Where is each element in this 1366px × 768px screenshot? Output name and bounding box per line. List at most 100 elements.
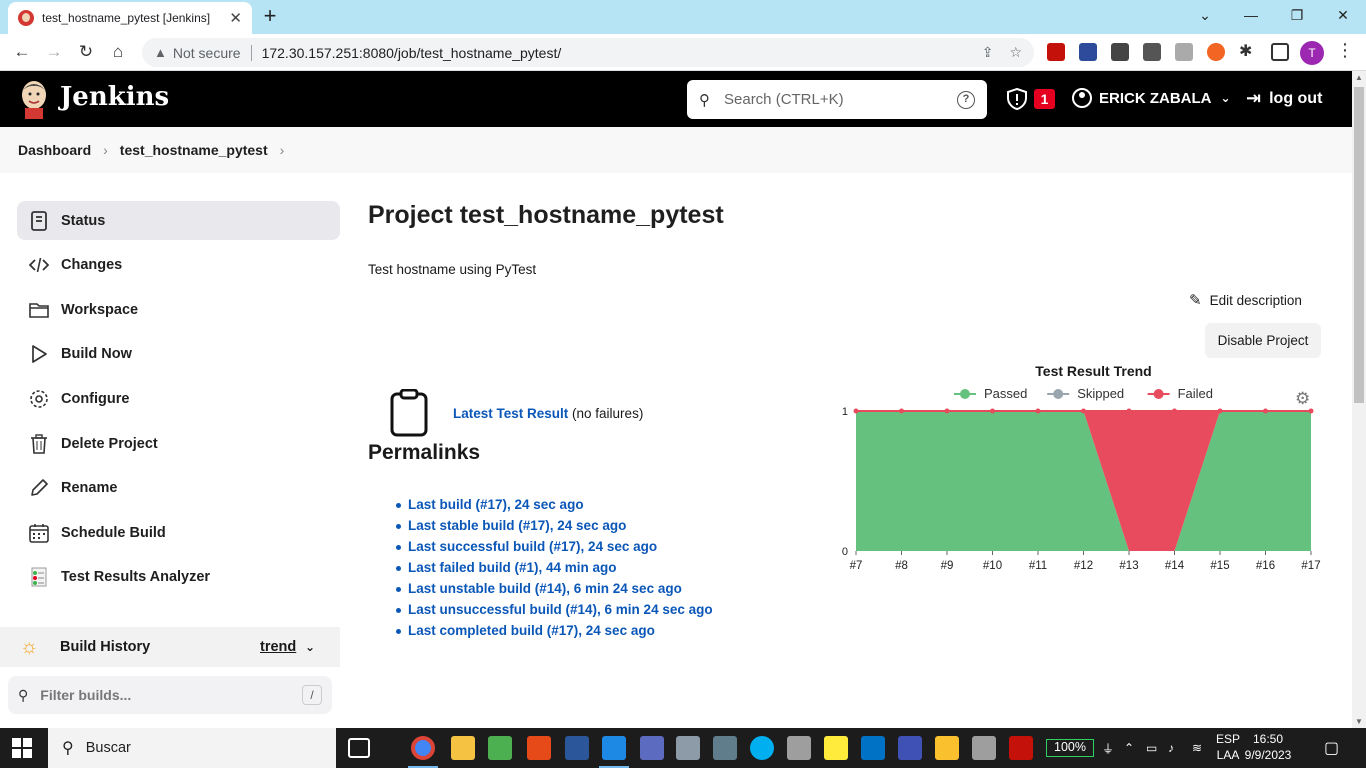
chevron-up-icon[interactable]: ⌃ bbox=[1124, 728, 1134, 768]
search-input[interactable] bbox=[724, 91, 957, 108]
logout-button[interactable]: ⇥ log out bbox=[1246, 88, 1322, 109]
sidebar-item-configure[interactable]: Configure bbox=[17, 379, 340, 418]
share-icon[interactable]: ⇪ bbox=[982, 44, 994, 61]
app-icon[interactable] bbox=[935, 736, 959, 760]
sidebar-item-rename[interactable]: Rename bbox=[17, 468, 340, 507]
search-box[interactable]: ⚲ ? bbox=[687, 80, 987, 119]
scroll-down-icon[interactable]: ▼ bbox=[1355, 717, 1363, 726]
file-explorer-icon[interactable] bbox=[451, 736, 475, 760]
acrobat-icon[interactable] bbox=[1009, 736, 1033, 760]
volume-icon[interactable]: ♪ bbox=[1168, 728, 1174, 768]
close-window-button[interactable]: ✕ bbox=[1320, 0, 1366, 34]
browser-tab[interactable]: test_hostname_pytest [Jenkins] ✕ bbox=[8, 2, 252, 34]
minimize-button[interactable]: — bbox=[1228, 0, 1274, 34]
permalink-last-failed-build[interactable]: Last failed build (#1), 44 min ago bbox=[396, 560, 713, 581]
chrome-icon[interactable] bbox=[411, 736, 435, 760]
latest-test-result-link[interactable]: Latest Test Result bbox=[453, 406, 568, 421]
disable-project-button[interactable]: Disable Project bbox=[1205, 323, 1321, 358]
scroll-up-icon[interactable]: ▲ bbox=[1355, 73, 1363, 82]
extension-icon[interactable] bbox=[1175, 43, 1193, 61]
duckduckgo-icon[interactable] bbox=[1207, 43, 1225, 61]
sidebar-item-status[interactable]: Status bbox=[17, 201, 340, 240]
permalink-last-unstable-build[interactable]: Last unstable build (#14), 6 min 24 sec … bbox=[396, 581, 713, 602]
shield-icon[interactable] bbox=[1006, 88, 1028, 110]
task-view-icon[interactable] bbox=[348, 738, 370, 758]
app-icon[interactable] bbox=[713, 736, 737, 760]
new-tab-button[interactable]: + bbox=[258, 5, 282, 29]
scrollbar-thumb[interactable] bbox=[1354, 87, 1364, 403]
windows-start-icon[interactable] bbox=[12, 738, 32, 758]
jenkins-logo-icon[interactable] bbox=[18, 79, 50, 119]
sidebar-item-changes[interactable]: Changes bbox=[17, 245, 340, 284]
chart-title: Test Result Trend bbox=[1035, 363, 1151, 379]
x-tick-label: #7 bbox=[850, 560, 863, 572]
back-icon[interactable]: ← bbox=[9, 40, 35, 64]
edit-description-link[interactable]: ✎ Edit description bbox=[1189, 291, 1302, 309]
sidebar-item-test-results-analyzer[interactable]: Test Results Analyzer bbox=[17, 557, 340, 596]
profile-avatar[interactable]: T bbox=[1300, 41, 1324, 65]
app-icon[interactable] bbox=[898, 736, 922, 760]
user-name[interactable]: ERICK ZABALA bbox=[1099, 90, 1212, 107]
app-icon[interactable] bbox=[972, 736, 996, 760]
home-icon[interactable]: ⌂ bbox=[105, 40, 131, 64]
trend-link[interactable]: trend bbox=[260, 639, 296, 655]
url-text[interactable]: 172.30.157.251:8080/job/test_hostname_py… bbox=[262, 45, 966, 61]
security-alert-badge[interactable]: 1 bbox=[1034, 89, 1055, 109]
folder-icon bbox=[29, 303, 49, 318]
jenkins-brand[interactable]: Jenkins bbox=[60, 82, 169, 112]
address-bar[interactable]: ▲ Not secure 172.30.157.251:8080/job/tes… bbox=[142, 38, 1034, 67]
tab-search-button[interactable]: ⌄ bbox=[1182, 0, 1228, 34]
outlook-icon[interactable] bbox=[861, 736, 885, 760]
app-icon[interactable] bbox=[787, 736, 811, 760]
forward-icon[interactable]: → bbox=[41, 40, 67, 64]
security-label[interactable]: Not secure bbox=[173, 45, 241, 61]
chevron-down-icon[interactable]: ⌄ bbox=[305, 640, 315, 654]
app-icon[interactable] bbox=[640, 736, 664, 760]
permalink-last-completed-build[interactable]: Last completed build (#17), 24 sec ago bbox=[396, 623, 713, 644]
permalink-last-unsuccessful-build[interactable]: Last unsuccessful build (#14), 6 min 24 … bbox=[396, 602, 713, 623]
extension-icon[interactable] bbox=[1079, 43, 1097, 61]
notifications-icon[interactable]: ▢ bbox=[1324, 728, 1339, 768]
chart-settings-gear-icon[interactable]: ⚙ bbox=[1295, 389, 1310, 409]
sticky-notes-icon[interactable] bbox=[824, 736, 848, 760]
help-icon[interactable]: ? bbox=[957, 90, 975, 109]
sidebar-item-schedule-build[interactable]: Schedule Build bbox=[17, 513, 340, 552]
app-icon[interactable] bbox=[488, 736, 512, 760]
sidebar-item-build-now[interactable]: Build Now bbox=[17, 334, 340, 373]
sidebar-item-workspace[interactable]: Workspace bbox=[17, 290, 340, 329]
close-tab-icon[interactable]: ✕ bbox=[229, 9, 242, 27]
reload-icon[interactable]: ↻ bbox=[73, 40, 99, 64]
chevron-down-icon[interactable]: ⌄ bbox=[1221, 91, 1231, 105]
chevron-right-icon[interactable]: › bbox=[280, 142, 285, 158]
wifi-icon[interactable]: ≋ bbox=[1192, 728, 1202, 768]
word-icon[interactable] bbox=[565, 736, 589, 760]
maximize-button[interactable]: ❐ bbox=[1274, 0, 1320, 34]
permalink-last-successful-build[interactable]: Last successful build (#17), 24 sec ago bbox=[396, 539, 713, 560]
battery-indicator[interactable]: 100% bbox=[1046, 739, 1094, 757]
plug-icon[interactable]: ⏚ bbox=[1102, 728, 1114, 768]
extension-icon[interactable] bbox=[1143, 43, 1161, 61]
filter-builds-input[interactable] bbox=[40, 687, 302, 703]
breadcrumb-dashboard[interactable]: Dashboard bbox=[18, 142, 91, 158]
sidebar-item-delete-project[interactable]: Delete Project bbox=[17, 424, 340, 463]
browser-menu-icon[interactable]: ⋮ bbox=[1336, 40, 1354, 61]
permalink-last-build[interactable]: Last build (#17), 24 sec ago bbox=[396, 497, 713, 518]
extensions-puzzle-icon[interactable]: ✱ bbox=[1239, 43, 1257, 61]
permalink-last-stable-build[interactable]: Last stable build (#17), 24 sec ago bbox=[396, 518, 713, 539]
taskbar-search[interactable]: ⚲ Buscar bbox=[48, 728, 336, 768]
side-panel-icon[interactable] bbox=[1271, 43, 1289, 61]
app-icon[interactable] bbox=[676, 736, 700, 760]
app-icon[interactable] bbox=[527, 736, 551, 760]
breadcrumb-project[interactable]: test_hostname_pytest bbox=[120, 142, 268, 158]
taskbar-clock[interactable]: 16:50 9/9/2023 bbox=[1226, 731, 1310, 763]
skype-icon[interactable] bbox=[750, 736, 774, 760]
user-menu[interactable]: ERICK ZABALA ⌄ bbox=[1072, 88, 1231, 108]
battery-icon[interactable]: ▭ bbox=[1146, 728, 1157, 768]
chevron-right-icon[interactable]: › bbox=[103, 142, 108, 158]
pdf-extension-icon[interactable] bbox=[1047, 43, 1065, 61]
filter-builds-box[interactable]: ⚲ / bbox=[8, 676, 332, 714]
vscode-icon[interactable] bbox=[602, 736, 626, 760]
extension-icon[interactable] bbox=[1111, 43, 1129, 61]
page-scrollbar[interactable]: ▲ ▼ bbox=[1352, 71, 1366, 728]
bookmark-star-icon[interactable]: ☆ bbox=[1009, 44, 1022, 61]
